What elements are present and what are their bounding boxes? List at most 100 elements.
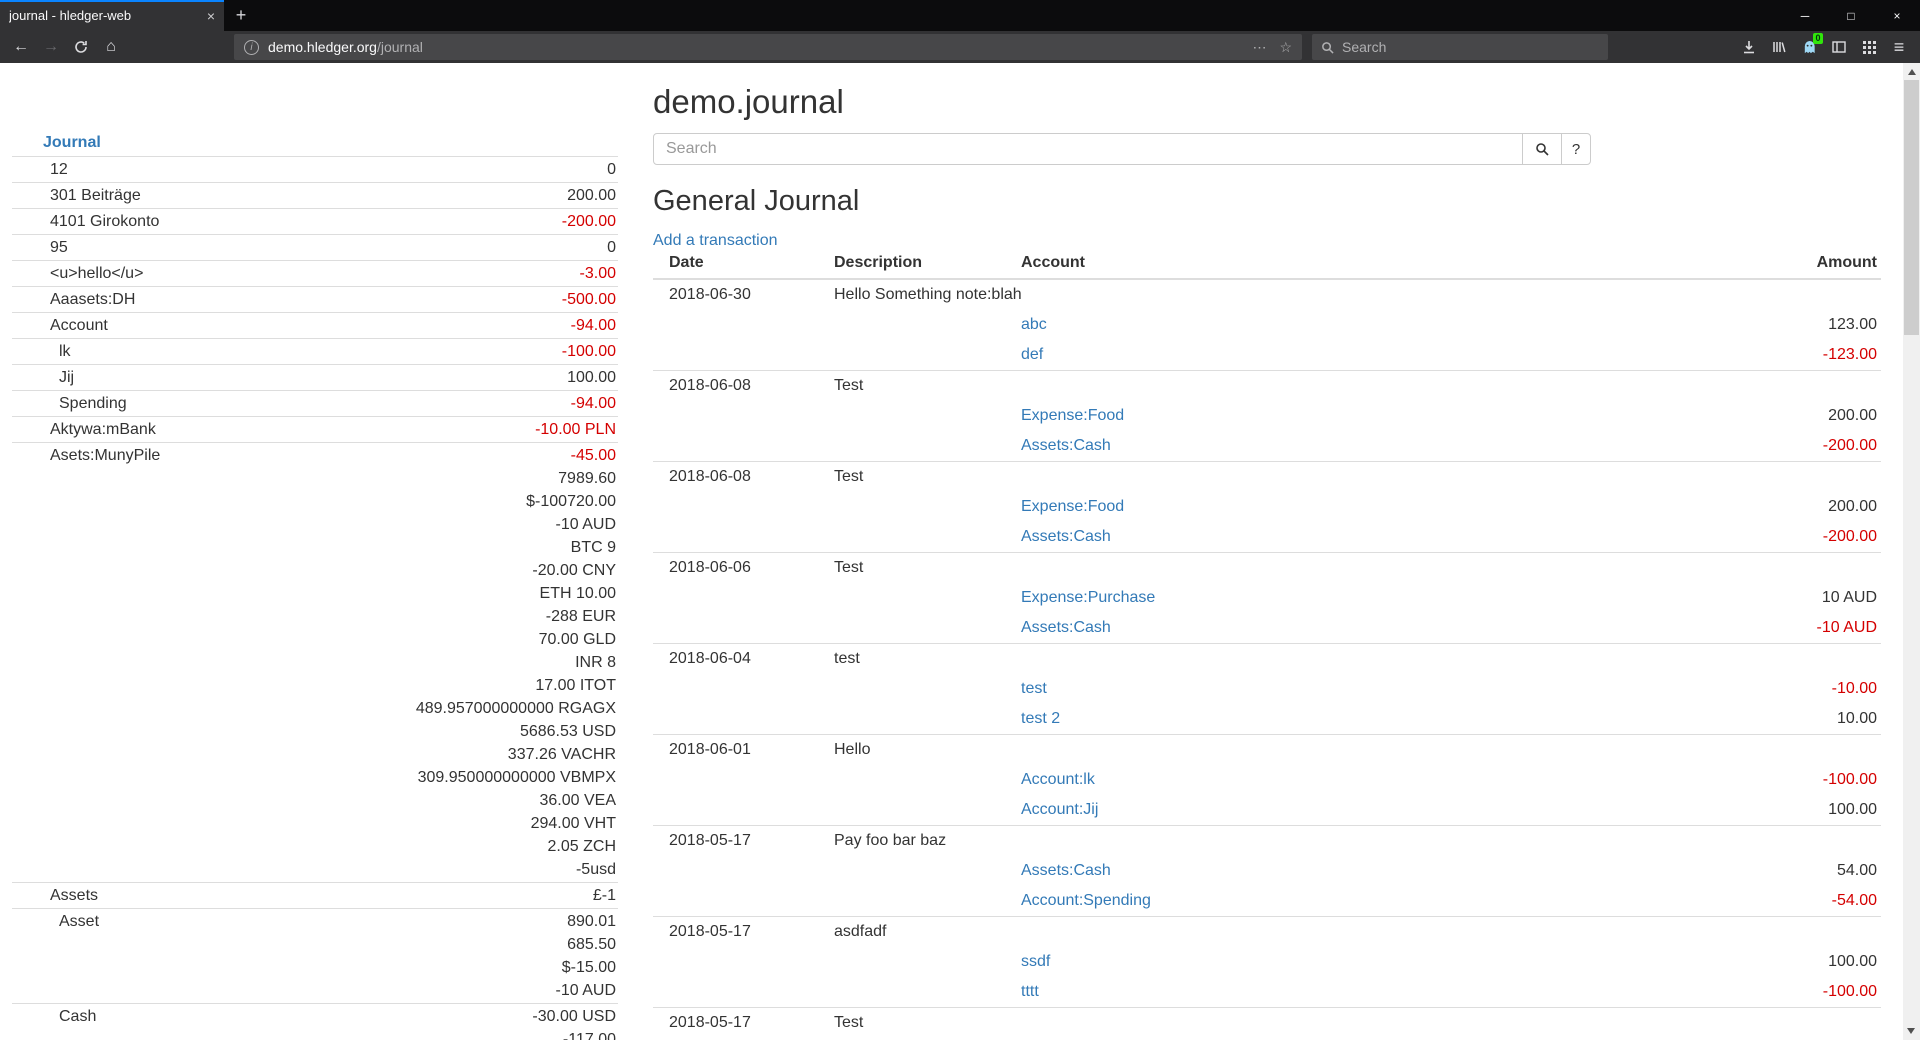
toolbar-search[interactable] — [1312, 34, 1608, 60]
posting-account-link[interactable]: test 2 — [1021, 710, 1060, 727]
posting-account-link[interactable]: Expense:Food — [1021, 407, 1124, 424]
sidebar-account-name[interactable]: Aaasets:DH — [12, 288, 562, 311]
sidebar-balance-line: Assets£-1 — [12, 884, 618, 907]
scroll-up-arrow[interactable] — [1908, 69, 1916, 75]
transaction-date: 2018-06-01 — [653, 735, 818, 766]
sidebar-journal-link[interactable]: Journal — [43, 134, 101, 151]
spacer-cell — [818, 613, 1005, 644]
home-button[interactable]: ⌂ — [96, 33, 126, 61]
sidebar-account-name — [12, 1028, 563, 1040]
window-close-button[interactable]: × — [1874, 0, 1920, 31]
sidebar-account-name[interactable]: <u>hello</u> — [12, 262, 580, 285]
search-help-button[interactable]: ? — [1561, 133, 1591, 165]
sidebars-toggle-icon[interactable] — [1824, 33, 1854, 61]
posting-account-link[interactable]: Expense:Purchase — [1021, 589, 1155, 606]
posting-account-cell: Expense:Food — [1005, 492, 1565, 522]
posting-amount: 100.00 — [1565, 795, 1881, 826]
posting-account-link[interactable]: ssdf — [1021, 953, 1050, 970]
sidebar-account-name — [12, 605, 546, 628]
posting-account-link[interactable]: def — [1021, 346, 1043, 363]
transaction-description: Test — [818, 462, 1881, 493]
sidebar-account-name[interactable]: Spending — [12, 392, 571, 415]
forward-button[interactable]: → — [36, 33, 66, 61]
reload-button[interactable] — [66, 33, 96, 61]
scrollbar-thumb[interactable] — [1904, 80, 1919, 335]
sidebar-account-list: 120301 Beiträge200.004101 Girokonto-200.… — [12, 156, 618, 1040]
url-bar[interactable]: i demo.hledger.org/journal ⋯ ☆ — [234, 34, 1302, 60]
sidebar-account-name[interactable]: Assets — [12, 884, 593, 907]
posting-account-link[interactable]: Assets:Cash — [1021, 862, 1111, 879]
journal-table-body: 2018-06-30Hello Something note:blahabc12… — [653, 279, 1881, 1038]
sidebar-account-name[interactable]: Aktywa:mBank — [12, 418, 535, 441]
sidebar-account-balance: 7989.60 — [558, 467, 618, 490]
posting-account-link[interactable]: Account:Spending — [1021, 892, 1151, 909]
sidebar-account-balance: 70.00 GLD — [539, 628, 618, 651]
extension-ghost-icon[interactable]: 0 — [1794, 33, 1824, 61]
posting-account-link[interactable]: test — [1021, 680, 1047, 697]
posting-row: Expense:Food200.00 — [653, 492, 1881, 522]
spacer-cell — [818, 886, 1005, 917]
journal-search-input[interactable] — [653, 133, 1523, 165]
sidebar-account-name[interactable]: 301 Beiträge — [12, 184, 567, 207]
sidebar-account-name[interactable]: Jij — [12, 366, 567, 389]
sidebar-account-name — [12, 812, 531, 835]
sidebar-account-name[interactable]: lk — [12, 340, 562, 363]
posting-account-link[interactable]: abc — [1021, 316, 1047, 333]
sidebar-account-name[interactable]: 4101 Girokonto — [12, 210, 562, 233]
posting-account-link[interactable]: Assets:Cash — [1021, 437, 1111, 454]
tab-close-icon[interactable]: × — [207, 8, 215, 24]
apps-grid-icon[interactable] — [1854, 33, 1884, 61]
posting-account-link[interactable]: tttt — [1021, 983, 1039, 1000]
tab-bar: journal - hledger-web × + ─ □ × — [0, 0, 1920, 31]
sidebar-account-balance: -94.00 — [571, 392, 618, 415]
page-scrollbar[interactable] — [1903, 63, 1920, 1040]
transaction-row: 2018-05-17asdfadf — [653, 917, 1881, 948]
posting-account-link[interactable]: Account:lk — [1021, 771, 1095, 788]
posting-account-link[interactable]: Assets:Cash — [1021, 528, 1111, 545]
site-info-icon[interactable]: i — [244, 40, 259, 55]
posting-row: abc123.00 — [653, 310, 1881, 340]
posting-account-cell: Account:lk — [1005, 765, 1565, 795]
page-content: Journal 120301 Beiträge200.004101 Giroko… — [0, 63, 1920, 1040]
window-minimize-button[interactable]: ─ — [1782, 0, 1828, 31]
posting-amount: -10 AUD — [1565, 613, 1881, 644]
sidebar-account-balance: £-1 — [593, 884, 618, 907]
sidebar-account-name[interactable]: 12 — [12, 158, 607, 181]
downloads-icon[interactable] — [1734, 33, 1764, 61]
posting-row: test-10.00 — [653, 674, 1881, 704]
url-actions: ⋯ ☆ — [1252, 39, 1292, 56]
sidebar-balance-line: Asets:MunyPile-45.00 — [12, 444, 618, 467]
sidebar-account-name[interactable]: 95 — [12, 236, 607, 259]
posting-account-link[interactable]: Account:Jij — [1021, 801, 1098, 818]
transaction-row: 2018-06-06Test — [653, 553, 1881, 584]
posting-account-link[interactable]: Expense:Food — [1021, 498, 1124, 515]
spacer-cell — [653, 492, 818, 522]
bookmark-star-icon[interactable]: ☆ — [1279, 39, 1292, 56]
sidebar-balance-line: $-15.00 — [12, 956, 618, 979]
scroll-down-arrow[interactable] — [1907, 1028, 1915, 1034]
sidebar-account-name[interactable]: Asets:MunyPile — [12, 444, 571, 467]
transaction-date: 2018-06-08 — [653, 371, 818, 402]
sidebar-balance-line: -117.00 — [12, 1028, 618, 1040]
tab-title: journal - hledger-web — [9, 8, 200, 23]
posting-account-link[interactable]: Assets:Cash — [1021, 619, 1111, 636]
menu-hamburger-icon[interactable]: ≡ — [1884, 33, 1914, 61]
window-maximize-button[interactable]: □ — [1828, 0, 1874, 31]
sidebar-account-name[interactable]: Cash — [12, 1005, 532, 1028]
toolbar-search-input[interactable] — [1342, 39, 1599, 55]
sidebar-account-balance: 685.50 — [567, 933, 618, 956]
sidebar-account-name[interactable]: Account — [12, 314, 571, 337]
sidebar-account-name[interactable]: Asset — [12, 910, 567, 933]
back-button[interactable]: ← — [6, 33, 36, 61]
browser-tab[interactable]: journal - hledger-web × — [0, 0, 224, 31]
spacer-cell — [818, 704, 1005, 735]
journal-search-button[interactable] — [1522, 133, 1562, 165]
spacer-cell — [653, 310, 818, 340]
posting-amount: 10.00 — [1565, 704, 1881, 735]
posting-account-cell: Expense:Purchase — [1005, 583, 1565, 613]
library-icon[interactable] — [1764, 33, 1794, 61]
page-actions-icon[interactable]: ⋯ — [1252, 39, 1266, 56]
new-tab-button[interactable]: + — [224, 0, 258, 31]
sidebar-balance-line: lk-100.00 — [12, 340, 618, 363]
sidebar-account-balance: -10 AUD — [556, 513, 618, 536]
